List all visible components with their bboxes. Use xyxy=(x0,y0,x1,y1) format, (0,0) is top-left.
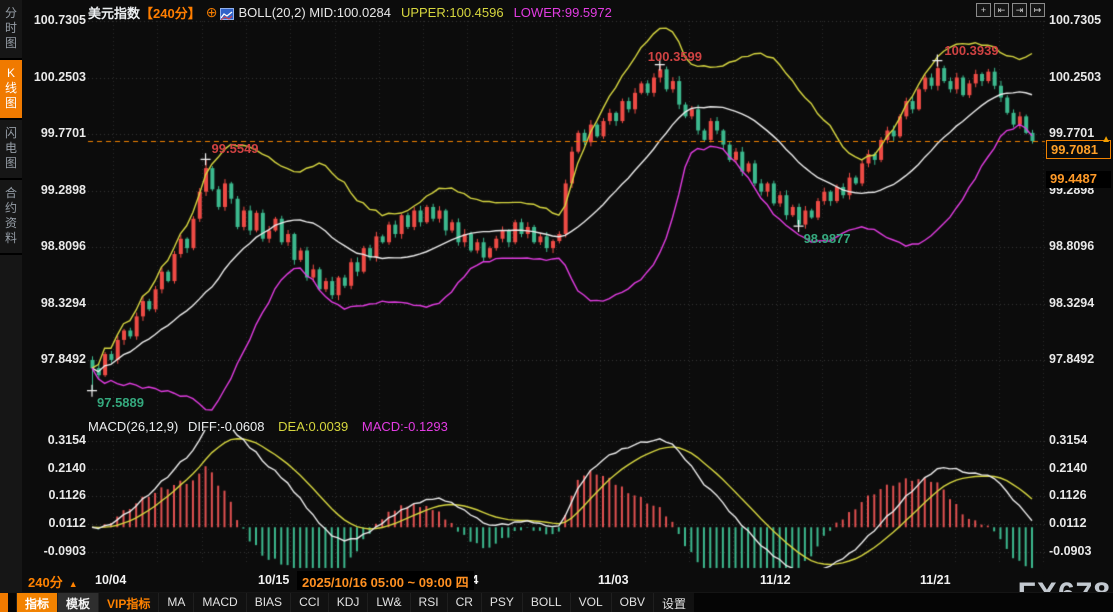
toolbar-item-VIP指标[interactable]: VIP指标 xyxy=(98,593,158,612)
macd-axis-tick-left: 0.0112 xyxy=(26,516,86,530)
indicator-toolbar-items: 指标模板VIP指标MAMACDBIASCCIKDJLW&RSICRPSYBOLL… xyxy=(16,593,694,612)
current-price-box: 99.7081 ▲ xyxy=(1046,140,1111,159)
macd-axis-tick-right: 0.0112 xyxy=(1049,516,1087,530)
toolbar-item-MA[interactable]: MA xyxy=(158,593,193,612)
price-annotation: 97.5889 xyxy=(97,395,144,410)
boll-mid-value: MID:100.0284 xyxy=(309,6,391,21)
toolbar-item-指标[interactable]: 指标 xyxy=(16,593,57,612)
price-annotation: 100.3939 xyxy=(944,43,998,58)
toolbar-item-设置[interactable]: 设置 xyxy=(653,593,694,612)
chart-type-sidebar: 分时图K线图闪电图合约资料 xyxy=(0,0,22,592)
price-axis-tick-left: 99.7701 xyxy=(26,126,86,140)
macd-axis-tick-left: -0.0903 xyxy=(26,544,86,558)
period-selector[interactable]: 240分 ▲ xyxy=(28,572,78,591)
price-axis-tick-left: 100.2503 xyxy=(26,70,86,84)
sidebar-item-闪电图[interactable]: 闪电图 xyxy=(0,120,22,180)
toolbar-item-MACD[interactable]: MACD xyxy=(193,593,245,612)
price-axis-tick-right: 98.3294 xyxy=(1049,296,1094,310)
price-axis-tick-left: 97.8492 xyxy=(26,352,86,366)
sidebar-item-合约资料[interactable]: 合约资料 xyxy=(0,180,22,255)
chart-toolbar-icons: +⇤⇥↦ xyxy=(976,3,1045,17)
time-axis-tick: 11/12 xyxy=(760,573,791,587)
toolbar-item-CCI[interactable]: CCI xyxy=(290,593,328,612)
sidebar-item-K线图[interactable]: K线图 xyxy=(0,60,22,120)
macd-axis-tick-right: 0.2140 xyxy=(1049,461,1087,475)
macd-axis-tick-left: 0.3154 xyxy=(26,433,86,447)
boll-lower-value: LOWER:99.5972 xyxy=(514,5,612,20)
secondary-price-box: 99.4487 xyxy=(1046,171,1111,188)
price-axis-tick-right: 100.7305 xyxy=(1049,13,1101,27)
secondary-price-value: 99.4487 xyxy=(1050,171,1097,186)
time-axis-tick: 11/21 xyxy=(920,573,951,587)
mini-chart-icon[interactable] xyxy=(220,8,234,20)
macd-diff-value: DIFF:-0.0608 xyxy=(188,419,265,434)
price-axis-tick-right: 98.8096 xyxy=(1049,239,1094,253)
time-axis-tick: 11/03 xyxy=(598,573,629,587)
period-label: 【240分】 xyxy=(140,6,201,21)
price-pointer-icon: ▲ xyxy=(1101,131,1111,148)
time-axis-tick: 10/15 xyxy=(258,573,289,587)
macd-axis-tick-right: 0.3154 xyxy=(1049,433,1087,447)
toolbar-item-模板[interactable]: 模板 xyxy=(57,593,98,612)
price-annotation: 100.3599 xyxy=(648,49,702,64)
globe-icon[interactable]: ⊕ xyxy=(206,4,218,20)
macd-params-label: MACD(26,12,9) xyxy=(88,419,178,434)
price-annotation: 98.9877 xyxy=(804,231,851,246)
price-axis-tick-left: 98.3294 xyxy=(26,296,86,310)
instrument-title: 美元指数 xyxy=(88,6,140,21)
goto-latest-icon[interactable]: ↦ xyxy=(1030,3,1045,17)
macd-header: MACD(26,12,9) DIFF:-0.0608 DEA:0.0039 MA… xyxy=(88,419,448,434)
sidebar-item-分时图[interactable]: 分时图 xyxy=(0,0,22,60)
expand-range-icon[interactable]: ⇥ xyxy=(1012,3,1027,17)
period-selector-label: 240分 xyxy=(28,575,63,590)
macd-axis-tick-left: 0.2140 xyxy=(26,461,86,475)
time-range-tooltip: 2025/10/16 05:00 ~ 09:00 四 xyxy=(297,571,474,590)
indicator-toolbar: 指标模板VIP指标MAMACDBIASCCIKDJLW&RSICRPSYBOLL… xyxy=(0,592,1113,612)
toolbar-item-LW&[interactable]: LW& xyxy=(367,593,409,612)
toolbar-item-VOL[interactable]: VOL xyxy=(570,593,611,612)
toolbar-item-BOLL[interactable]: BOLL xyxy=(522,593,570,612)
macd-dea-value: DEA:0.0039 xyxy=(278,419,348,434)
toolbar-item-BIAS[interactable]: BIAS xyxy=(246,593,290,612)
boll-upper-value: UPPER:100.4596 xyxy=(401,5,504,20)
price-axis-tick-left: 98.8096 xyxy=(26,239,86,253)
price-chart-canvas[interactable] xyxy=(0,0,1113,612)
price-annotation: 99.5549 xyxy=(212,141,259,156)
boll-params-label: BOLL(20,2) MID:100.0284 xyxy=(238,4,391,19)
chevron-up-icon: ▲ xyxy=(69,579,78,589)
toolbar-item-OBV[interactable]: OBV xyxy=(611,593,653,612)
macd-macd-value: MACD:-0.1293 xyxy=(362,419,448,434)
pan-crosshair-icon[interactable]: + xyxy=(976,3,991,17)
current-price-value: 99.7081 xyxy=(1051,142,1098,157)
toolbar-item-RSI[interactable]: RSI xyxy=(410,593,447,612)
macd-axis-tick-right: 0.1126 xyxy=(1049,488,1087,502)
toolbar-item-KDJ[interactable]: KDJ xyxy=(328,593,368,612)
time-axis-tick: 10/04 xyxy=(95,573,126,587)
trading-app-window: 分时图K线图闪电图合约资料 美元指数【240分】 ⊕ BOLL(20,2) MID:… xyxy=(0,0,1113,612)
chart-header: 美元指数【240分】 ⊕ BOLL(20,2) MID:100.0284 UPPER:… xyxy=(88,3,612,19)
toolbar-item-CR[interactable]: CR xyxy=(447,593,481,612)
macd-axis-tick-left: 0.1126 xyxy=(26,488,86,502)
corner-accent-block xyxy=(0,593,8,612)
price-axis-tick-left: 99.2898 xyxy=(26,183,86,197)
macd-axis-tick-right: -0.0903 xyxy=(1049,544,1091,558)
price-axis-tick-right: 100.2503 xyxy=(1049,70,1101,84)
compress-range-icon[interactable]: ⇤ xyxy=(994,3,1009,17)
price-axis-tick-right: 97.8492 xyxy=(1049,352,1094,366)
toolbar-item-PSY[interactable]: PSY xyxy=(481,593,522,612)
price-axis-tick-left: 100.7305 xyxy=(26,13,86,27)
price-axis-tick-right: 99.7701 xyxy=(1049,126,1094,140)
